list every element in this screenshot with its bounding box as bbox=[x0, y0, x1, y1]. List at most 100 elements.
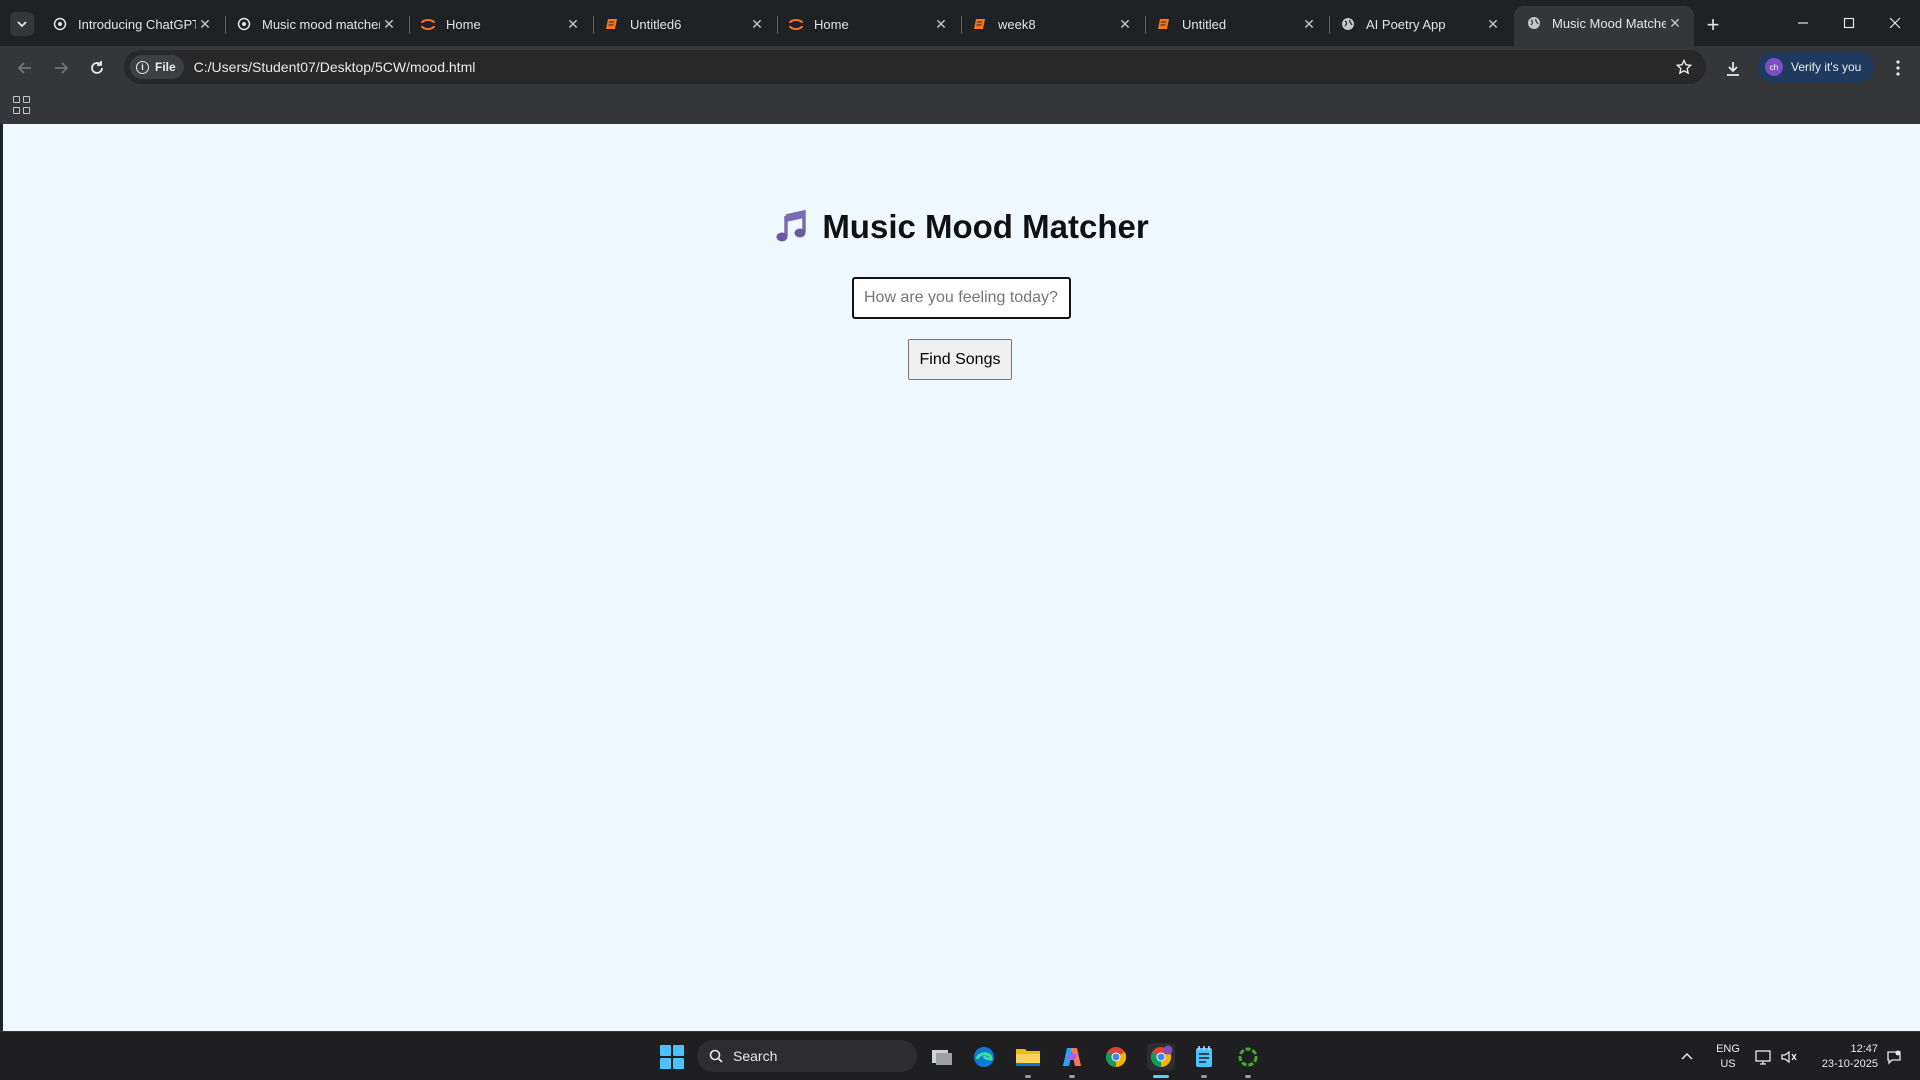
chevron-up-icon bbox=[1681, 1052, 1693, 1060]
notebook-icon bbox=[604, 16, 620, 32]
apps-grid-icon[interactable] bbox=[13, 96, 31, 114]
close-window-button[interactable] bbox=[1872, 0, 1918, 46]
chrome-profile-icon[interactable] bbox=[1147, 1043, 1175, 1071]
reload-button[interactable] bbox=[83, 54, 111, 82]
language-line2: US bbox=[1720, 1058, 1736, 1070]
notebook-icon bbox=[972, 16, 988, 32]
taskbar-search-label: Search bbox=[733, 1048, 778, 1064]
search-icon bbox=[709, 1049, 723, 1063]
close-icon[interactable]: ✕ bbox=[380, 15, 398, 33]
tab-music-mood-matcher[interactable]: Music Mood Matcher ✕ bbox=[1514, 6, 1694, 46]
tab-title: Home bbox=[814, 16, 849, 32]
tab-untitled[interactable]: Untitled ✕ bbox=[1144, 8, 1330, 40]
site-info-chip[interactable]: i File bbox=[130, 55, 184, 79]
tab-title: AI Poetry App bbox=[1366, 16, 1446, 32]
close-icon[interactable]: ✕ bbox=[1300, 15, 1318, 33]
network-icon[interactable] bbox=[1755, 1032, 1773, 1080]
avatar: ch bbox=[1765, 58, 1783, 76]
globe-icon bbox=[1340, 16, 1356, 32]
openai-icon bbox=[52, 16, 68, 32]
tab-title: Introducing ChatGPT bbox=[78, 16, 196, 32]
edge-icon[interactable] bbox=[970, 1043, 998, 1071]
download-icon bbox=[1727, 62, 1739, 76]
tab-music-mood-matcher-chat[interactable]: Music mood matcher ✕ bbox=[224, 8, 410, 40]
running-indicator bbox=[1245, 1075, 1251, 1078]
running-indicator bbox=[1201, 1075, 1207, 1078]
tab-strip: Introducing ChatGPT ✕ Music mood matcher… bbox=[0, 0, 1920, 46]
task-view-icon[interactable] bbox=[928, 1043, 956, 1071]
star-icon bbox=[1676, 59, 1692, 75]
copilot-icon[interactable] bbox=[1058, 1043, 1086, 1071]
close-icon[interactable]: ✕ bbox=[196, 15, 214, 33]
tab-title: Untitled bbox=[1182, 16, 1227, 32]
arrow-right-icon bbox=[55, 62, 69, 74]
tab-ai-poetry-app[interactable]: AI Poetry App ✕ bbox=[1328, 8, 1512, 40]
close-icon[interactable]: ✕ bbox=[564, 15, 582, 33]
back-button[interactable] bbox=[11, 54, 39, 82]
browser-menu-button[interactable] bbox=[1886, 56, 1910, 80]
reload-icon bbox=[91, 61, 103, 74]
profile-button[interactable]: ch Verify it's you bbox=[1757, 52, 1874, 82]
tab-title: week8 bbox=[998, 16, 1036, 32]
minimize-button[interactable] bbox=[1780, 0, 1826, 46]
arrow-left-icon bbox=[17, 62, 31, 74]
running-indicator bbox=[1025, 1075, 1031, 1078]
minimize-icon bbox=[1798, 22, 1808, 24]
tab-title: Music mood matcher bbox=[262, 16, 380, 32]
new-tab-button[interactable]: + bbox=[1700, 12, 1726, 38]
url-text[interactable]: C:/Users/Student07/Desktop/5CW/mood.html bbox=[194, 59, 476, 75]
clock[interactable]: 12:47 23-10-2025 bbox=[1808, 1042, 1878, 1072]
windows-taskbar: Search ENG US 12:47 23-10-2025 bbox=[0, 1031, 1920, 1080]
tab-introducing-chatgpt[interactable]: Introducing ChatGPT ✕ bbox=[40, 8, 226, 40]
close-icon[interactable]: ✕ bbox=[932, 15, 950, 33]
find-songs-button[interactable]: Find Songs bbox=[908, 339, 1012, 380]
bookmark-star-button[interactable] bbox=[1674, 57, 1694, 77]
scheme-label: File bbox=[155, 60, 176, 74]
more-vertical-icon bbox=[1896, 60, 1900, 76]
profile-label: Verify it's you bbox=[1791, 60, 1862, 74]
forward-button[interactable] bbox=[47, 54, 75, 82]
info-icon: i bbox=[136, 60, 149, 74]
notepad-icon[interactable] bbox=[1190, 1043, 1218, 1071]
tab-title: Untitled6 bbox=[630, 16, 682, 32]
openai-icon bbox=[236, 16, 252, 32]
maximize-icon bbox=[1843, 17, 1855, 29]
tab-week8[interactable]: week8 ✕ bbox=[960, 8, 1146, 40]
anaconda-icon[interactable] bbox=[1234, 1043, 1262, 1071]
close-icon[interactable]: ✕ bbox=[1484, 15, 1502, 33]
tab-untitled6[interactable]: Untitled6 ✕ bbox=[592, 8, 778, 40]
browser-toolbar: i File C:/Users/Student07/Desktop/5CW/mo… bbox=[0, 46, 1920, 88]
tab-title: Home bbox=[446, 16, 481, 32]
close-icon[interactable]: ✕ bbox=[748, 15, 766, 33]
mood-input[interactable] bbox=[852, 277, 1071, 319]
running-indicator bbox=[1069, 1075, 1075, 1078]
show-hidden-icons-button[interactable] bbox=[1680, 1032, 1694, 1080]
tab-home-2[interactable]: Home ✕ bbox=[776, 8, 962, 40]
taskbar-search[interactable]: Search bbox=[697, 1040, 917, 1072]
language-indicator[interactable]: ENG US bbox=[1713, 1042, 1743, 1072]
jupyter-icon bbox=[420, 16, 436, 32]
windows-start-icon[interactable] bbox=[660, 1045, 684, 1069]
close-icon[interactable]: ✕ bbox=[1116, 15, 1134, 33]
globe-icon bbox=[1526, 15, 1542, 31]
maximize-button[interactable] bbox=[1826, 0, 1872, 46]
clock-date: 23-10-2025 bbox=[1821, 1058, 1878, 1070]
tab-title: Music Mood Matcher bbox=[1552, 15, 1666, 31]
address-bar[interactable]: i File C:/Users/Student07/Desktop/5CW/mo… bbox=[124, 50, 1706, 84]
active-indicator bbox=[1153, 1075, 1169, 1078]
music-note-icon bbox=[776, 210, 807, 242]
tab-search-button[interactable] bbox=[10, 12, 34, 36]
clock-time: 12:47 bbox=[1850, 1043, 1878, 1055]
volume-muted-icon[interactable] bbox=[1780, 1032, 1798, 1080]
file-explorer-icon[interactable] bbox=[1014, 1043, 1042, 1071]
notebook-icon bbox=[1156, 16, 1172, 32]
downloads-button[interactable] bbox=[1720, 56, 1746, 82]
language-line1: ENG bbox=[1716, 1043, 1740, 1055]
page-title-text: Music Mood Matcher bbox=[822, 208, 1149, 245]
notifications-icon[interactable] bbox=[1886, 1032, 1902, 1080]
chrome-icon[interactable] bbox=[1102, 1043, 1130, 1071]
tab-home[interactable]: Home ✕ bbox=[408, 8, 594, 40]
jupyter-icon bbox=[788, 16, 804, 32]
close-icon bbox=[1889, 17, 1901, 29]
close-icon[interactable]: ✕ bbox=[1666, 14, 1684, 32]
